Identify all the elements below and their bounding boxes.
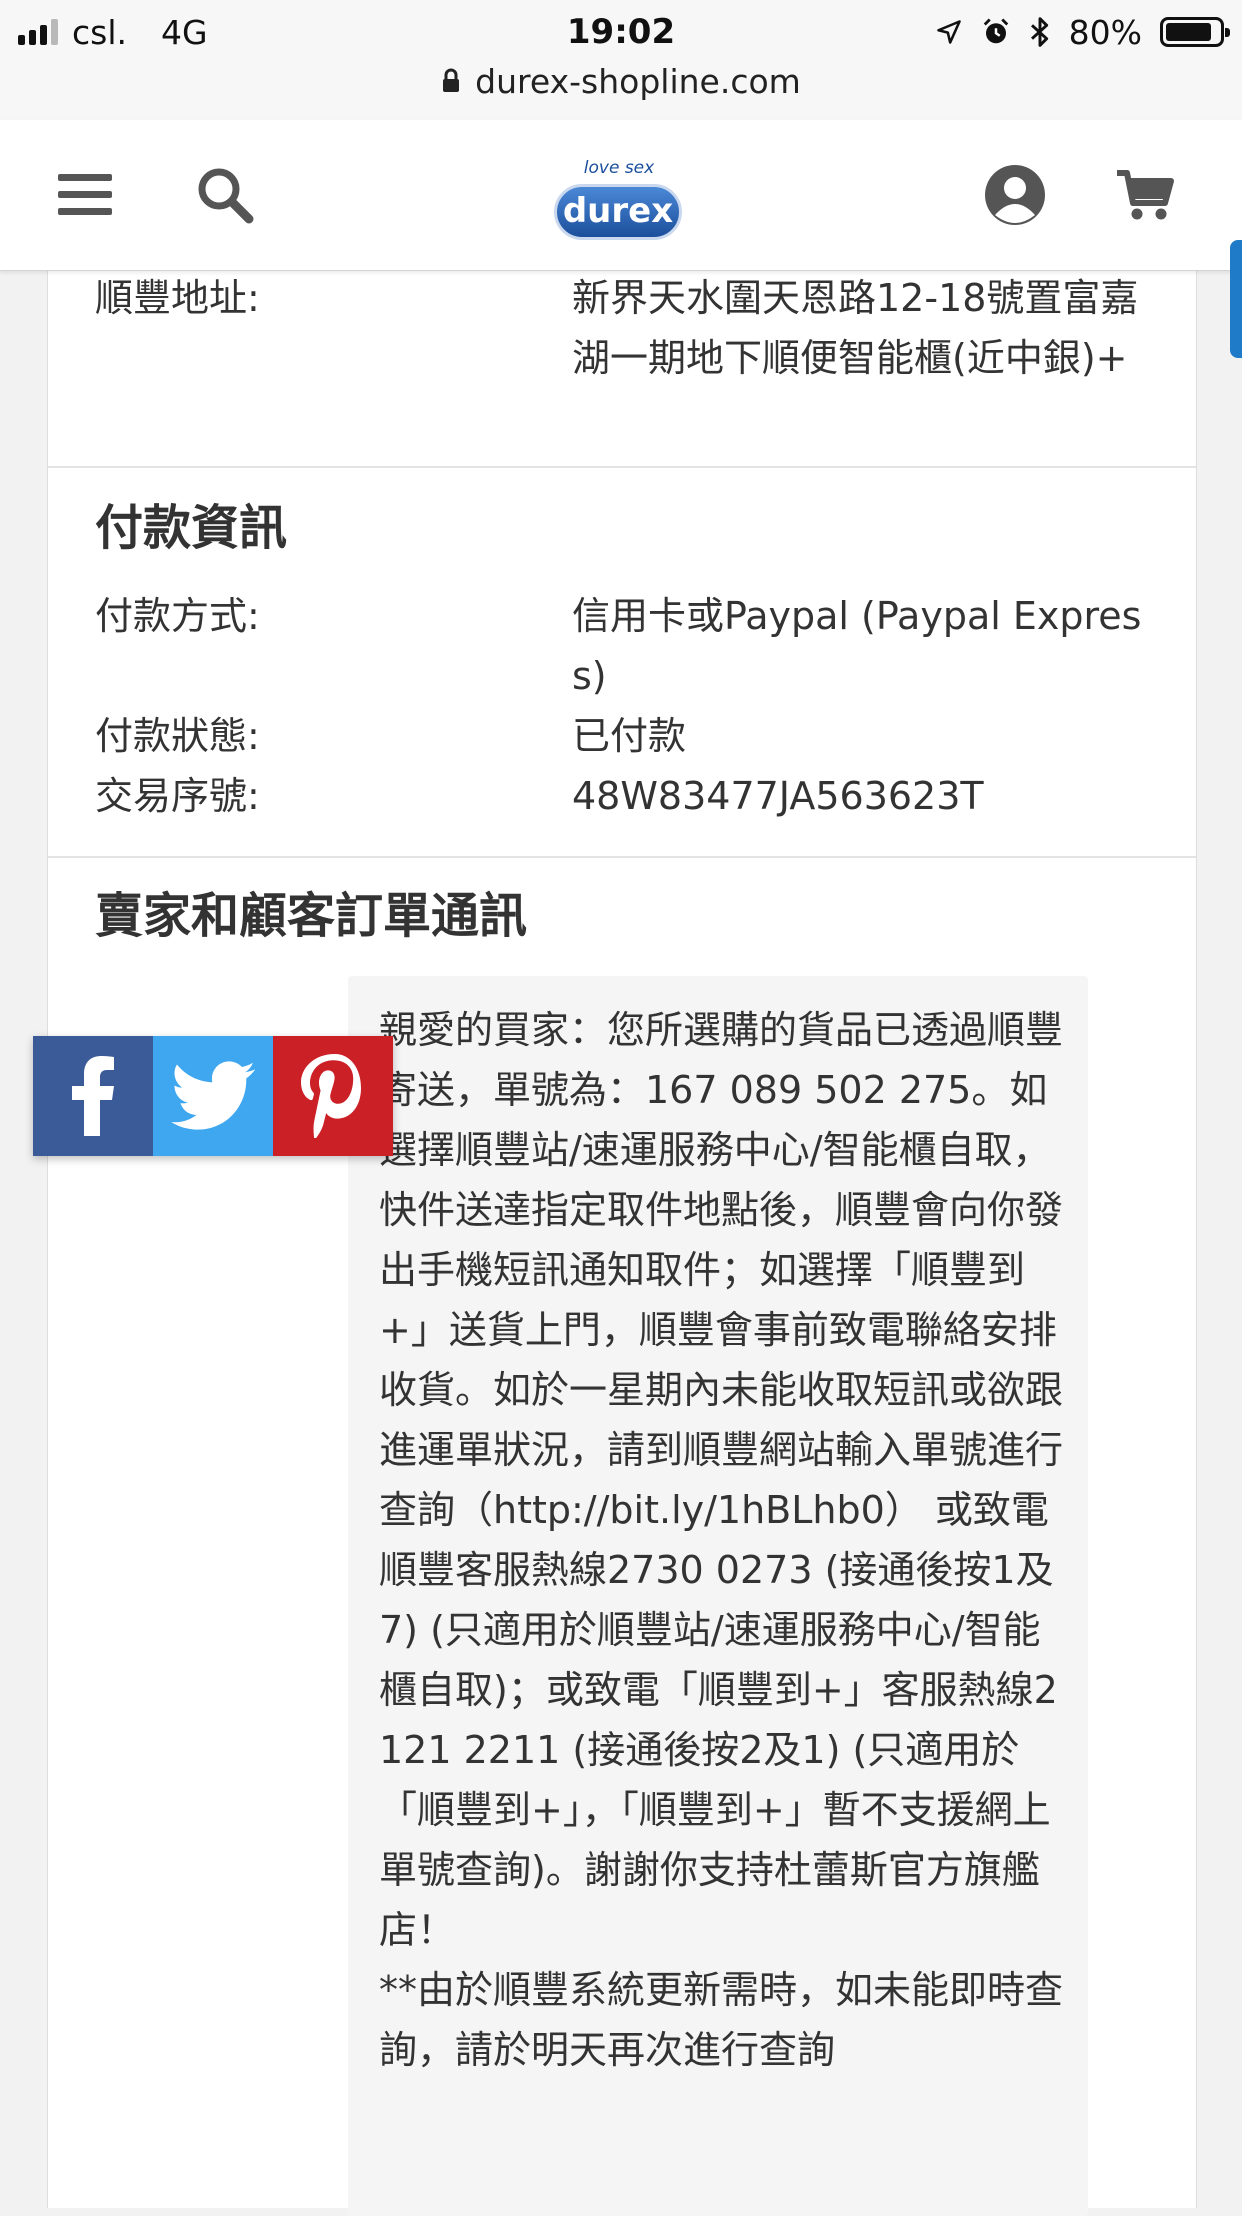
page-url: durex-shopline.com — [475, 61, 801, 101]
messages-section-title: 賣家和顧客訂單通訊 — [95, 888, 528, 944]
search-button[interactable] — [190, 160, 260, 230]
share-bar — [33, 1036, 393, 1156]
payment-section-title: 付款資訊 — [95, 500, 288, 556]
side-scroll-tab[interactable] — [1230, 240, 1242, 358]
logo-wordmark: durex — [554, 184, 682, 240]
account-icon — [985, 165, 1045, 225]
hamburger-menu-icon — [58, 174, 112, 215]
shipping-address-value: 新界天水圍天恩路12-18號置富嘉湖一期地下順便智能櫃(近中銀)+ — [572, 276, 1139, 380]
lock-icon — [443, 68, 460, 92]
facebook-icon — [72, 1056, 114, 1136]
transaction-id-value: 48W83477JA563623T — [572, 774, 984, 818]
twitter-icon — [171, 1061, 255, 1130]
location-arrow-icon — [936, 20, 961, 44]
durex-logo[interactable]: love sex durex — [548, 140, 690, 252]
pinterest-share-button[interactable] — [273, 1036, 393, 1156]
menu-button[interactable] — [50, 160, 120, 230]
section-divider — [48, 466, 1196, 468]
payment-method-label: 付款方式: — [95, 594, 260, 638]
order-detail-card: 順豐地址: 新界天水圍天恩路12-18號置富嘉湖一期地下順便智能櫃(近中銀)+ … — [47, 270, 1197, 2216]
twitter-share-button[interactable] — [153, 1036, 273, 1156]
status-right: 80% — [935, 10, 1230, 54]
payment-status-value: 已付款 — [572, 714, 687, 758]
pinterest-icon — [301, 1054, 361, 1138]
logo-tagline: love sex — [583, 158, 655, 178]
cart-icon — [1117, 170, 1174, 220]
facebook-share-button[interactable] — [33, 1036, 153, 1156]
alarm-icon — [983, 18, 1008, 44]
shipping-address-label: 順豐地址: — [95, 276, 260, 320]
site-header: love sex durex — [0, 120, 1242, 271]
section-divider — [48, 856, 1196, 858]
message-bubble: 親愛的買家：您所選購的貨品已透過順豐寄送，單號為：167 089 502 275… — [348, 976, 1088, 2216]
payment-status-label: 付款狀態: — [95, 714, 260, 758]
bluetooth-icon — [1030, 17, 1048, 47]
payment-method-value: 信用卡或Paypal (Paypal Express) — [572, 594, 1142, 698]
battery-percentage: 80% — [1068, 12, 1142, 52]
search-icon — [198, 168, 254, 224]
transaction-id-label: 交易序號: — [95, 774, 260, 818]
status-bar: csl. 4G 19:02 80% durex-shopline.com — [0, 0, 1242, 121]
cart-button[interactable] — [1110, 160, 1180, 230]
account-button[interactable] — [980, 160, 1050, 230]
battery-icon — [1160, 17, 1230, 47]
message-text: 親愛的買家：您所選購的貨品已透過順豐寄送，單號為：167 089 502 275… — [379, 1008, 1064, 2072]
address-bar[interactable]: durex-shopline.com — [0, 56, 1242, 106]
